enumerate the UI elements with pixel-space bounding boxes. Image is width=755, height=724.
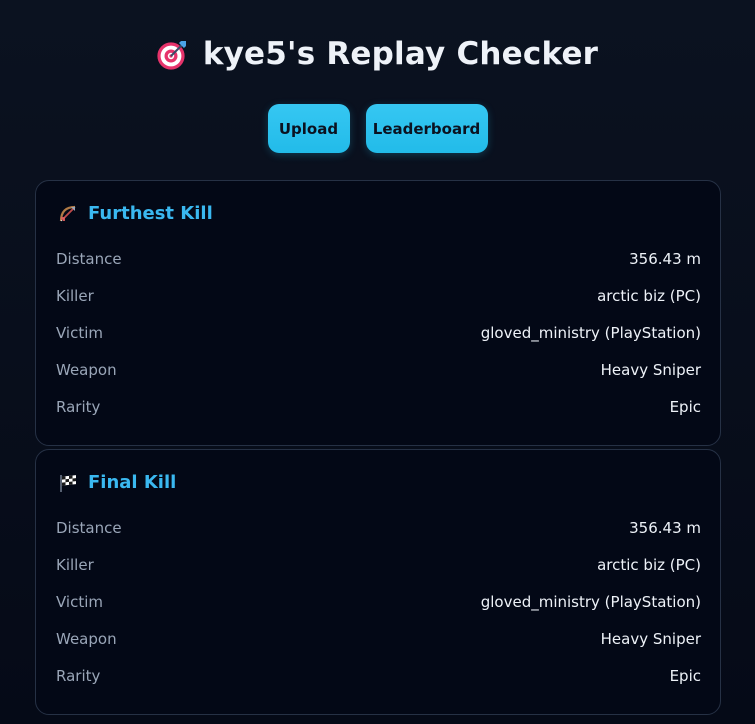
page-title: kye5's Replay Checker: [157, 36, 598, 72]
target-dart-icon: [157, 38, 189, 70]
stat-value: gloved_ministry (PlayStation): [480, 324, 701, 342]
stat-row-rarity: Rarity Epic: [56, 667, 701, 704]
stat-label: Distance: [56, 250, 122, 268]
stat-row-distance: Distance 356.43 m: [56, 250, 701, 287]
stat-label: Distance: [56, 519, 122, 537]
stat-label: Weapon: [56, 361, 117, 379]
card-title: Final Kill: [88, 472, 177, 493]
stat-label: Weapon: [56, 630, 117, 648]
stat-row-weapon: Weapon Heavy Sniper: [56, 361, 701, 398]
final-kill-card: Final Kill Distance 356.43 m Killer arct…: [35, 449, 721, 715]
stats-list: Distance 356.43 m Killer arctic biz (PC)…: [56, 519, 701, 704]
stat-row-rarity: Rarity Epic: [56, 398, 701, 435]
stat-value: 356.43 m: [629, 250, 701, 268]
bow-arrow-icon: [58, 204, 78, 224]
stat-label: Victim: [56, 593, 104, 611]
stat-row-killer: Killer arctic biz (PC): [56, 287, 701, 324]
stat-value: arctic biz (PC): [597, 287, 701, 305]
stat-label: Killer: [56, 287, 94, 305]
furthest-kill-card: Furthest Kill Distance 356.43 m Killer a…: [35, 180, 721, 446]
page-header: kye5's Replay Checker: [0, 36, 755, 74]
card-title: Furthest Kill: [88, 203, 213, 224]
card-header: Furthest Kill: [58, 203, 213, 224]
stat-value: gloved_ministry (PlayStation): [480, 593, 701, 611]
stat-row-victim: Victim gloved_ministry (PlayStation): [56, 593, 701, 630]
upload-button[interactable]: Upload: [267, 104, 350, 153]
page-title-text: kye5's Replay Checker: [202, 36, 599, 72]
nav-buttons: Upload Leaderboard: [0, 104, 755, 153]
card-header: Final Kill: [58, 472, 176, 493]
stat-label: Victim: [56, 324, 104, 342]
stat-value: Heavy Sniper: [600, 630, 701, 648]
checkered-flag-icon: [58, 473, 78, 493]
stat-row-victim: Victim gloved_ministry (PlayStation): [56, 324, 701, 361]
stat-value: Epic: [669, 398, 701, 416]
leaderboard-button[interactable]: Leaderboard: [365, 104, 488, 153]
stats-list: Distance 356.43 m Killer arctic biz (PC)…: [56, 250, 701, 435]
stat-label: Rarity: [56, 398, 101, 416]
stat-value: 356.43 m: [629, 519, 701, 537]
stat-row-distance: Distance 356.43 m: [56, 519, 701, 556]
stat-label: Killer: [56, 556, 94, 574]
stat-value: Epic: [669, 667, 701, 685]
stat-label: Rarity: [56, 667, 101, 685]
stat-row-weapon: Weapon Heavy Sniper: [56, 630, 701, 667]
stat-value: Heavy Sniper: [600, 361, 701, 379]
stat-value: arctic biz (PC): [597, 556, 701, 574]
stat-row-killer: Killer arctic biz (PC): [56, 556, 701, 593]
